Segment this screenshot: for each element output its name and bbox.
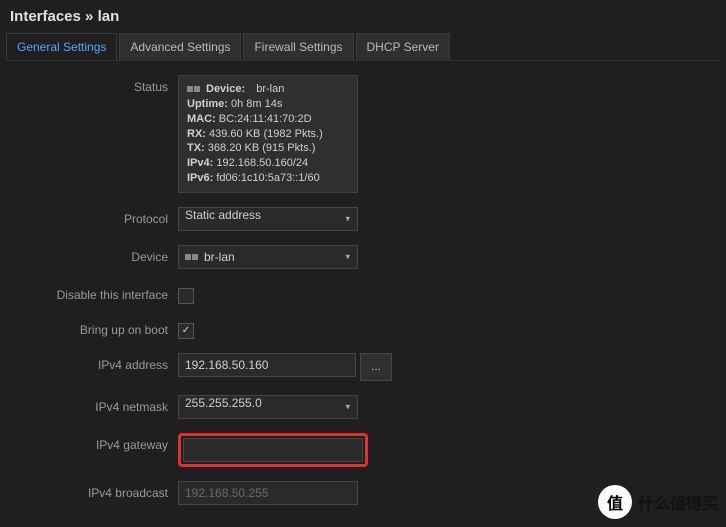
tab-firewall-settings[interactable]: Firewall Settings: [243, 33, 353, 60]
status-rx-value: 439.60 KB (1982 Pkts.): [209, 128, 323, 140]
protocol-select[interactable]: Static address: [178, 207, 358, 231]
status-tx-label: TX:: [187, 142, 205, 154]
bridge-icon: [185, 254, 198, 260]
status-tx-value: 368.20 KB (915 Pkts.): [208, 142, 316, 154]
status-rx-label: RX:: [187, 128, 206, 140]
tabs: General Settings Advanced Settings Firew…: [6, 33, 720, 61]
ipv4-netmask-select[interactable]: 255.255.255.0: [178, 395, 358, 419]
watermark: 值 什么值得买: [598, 485, 718, 519]
title-separator: »: [81, 8, 98, 25]
disable-checkbox[interactable]: [178, 288, 194, 304]
label-device: Device: [10, 245, 178, 264]
row-disable: Disable this interface: [10, 283, 716, 304]
ipv4-address-cidr-button[interactable]: ...: [360, 353, 392, 381]
title-iface: lan: [98, 8, 120, 25]
bridge-icon: [187, 86, 200, 92]
status-mac-value: BC:24:11:41:70:2D: [219, 113, 312, 125]
label-ipv4-gateway: IPv4 gateway: [10, 433, 178, 452]
bringup-checkbox[interactable]: [178, 323, 194, 339]
status-device-value: br-lan: [256, 82, 284, 97]
ipv4-gateway-input[interactable]: [183, 438, 363, 462]
status-ipv4-value: 192.168.50.160/24: [216, 157, 308, 169]
row-ipv4-netmask: IPv4 netmask 255.255.255.0 ▾: [10, 395, 716, 419]
page-title: Interfaces » lan: [0, 0, 726, 33]
label-ipv4-broadcast: IPv4 broadcast: [10, 481, 178, 500]
tab-advanced-settings[interactable]: Advanced Settings: [119, 33, 241, 60]
status-mac-label: MAC:: [187, 113, 216, 125]
row-bringup: Bring up on boot: [10, 318, 716, 339]
label-ipv4-address: IPv4 address: [10, 353, 178, 372]
status-ipv4-label: IPv4:: [187, 157, 213, 169]
row-protocol: Protocol Static address ▾: [10, 207, 716, 231]
gateway-highlight: [178, 433, 368, 467]
status-uptime-label: Uptime:: [187, 98, 228, 110]
status-uptime-value: 0h 8m 14s: [231, 98, 282, 110]
status-ipv6-label: IPv6:: [187, 172, 213, 184]
label-status: Status: [10, 75, 178, 94]
row-ipv4-address: IPv4 address ...: [10, 353, 716, 381]
form-area: Status Device: br-lan Uptime: 0h 8m 14s …: [0, 61, 726, 527]
watermark-logo-icon: 值: [598, 485, 632, 519]
label-bringup: Bring up on boot: [10, 318, 178, 337]
title-prefix: Interfaces: [10, 8, 81, 25]
tab-dhcp-server[interactable]: DHCP Server: [356, 33, 450, 60]
watermark-text: 什么值得买: [638, 490, 718, 514]
tab-general-settings[interactable]: General Settings: [6, 33, 117, 60]
label-ipv4-netmask: IPv4 netmask: [10, 395, 178, 414]
row-ipv4-gateway: IPv4 gateway: [10, 433, 716, 467]
status-ipv6-value: fd06:1c10:5a73::1/60: [216, 172, 319, 184]
label-disable: Disable this interface: [10, 283, 178, 302]
label-protocol: Protocol: [10, 207, 178, 226]
status-box: Device: br-lan Uptime: 0h 8m 14s MAC: BC…: [178, 75, 358, 193]
ipv4-address-input[interactable]: [178, 353, 356, 377]
status-device-label: Device:: [206, 82, 245, 97]
device-select[interactable]: br-lan: [178, 245, 358, 269]
ipv4-broadcast-input[interactable]: [178, 481, 358, 505]
device-select-value: br-lan: [204, 250, 235, 264]
row-device: Device br-lan ▾: [10, 245, 716, 269]
row-status: Status Device: br-lan Uptime: 0h 8m 14s …: [10, 75, 716, 193]
